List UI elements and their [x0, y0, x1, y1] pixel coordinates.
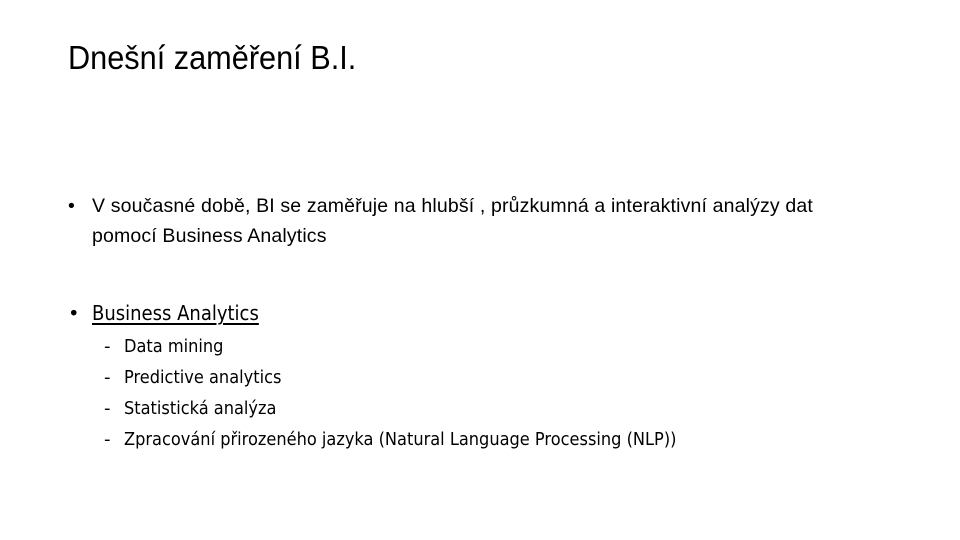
bullet-marker-icon: • — [68, 302, 80, 325]
bullet-item-2: • Business Analytics — [68, 299, 848, 327]
dash-marker-icon: - — [104, 336, 111, 357]
page-title: Dnešní zaměření B.I. — [68, 39, 357, 76]
sub-item-statisticka-analyza: - Statistická analýza — [104, 396, 904, 422]
bullet-item-1-label: V současné době, BI se zaměřuje na hlubš… — [92, 195, 813, 247]
presentation-slide: Dnešní zaměření B.I. • V současné době, … — [0, 0, 960, 540]
bullet-marker-icon: • — [68, 195, 75, 217]
sub-item-label: Statistická analýza — [124, 398, 277, 419]
sub-item-predictive-analytics: - Predictive analytics — [104, 365, 904, 391]
dash-marker-icon: - — [104, 367, 111, 388]
sub-item-label: Predictive analytics — [124, 367, 282, 388]
bullet-item-2-label: Business Analytics — [92, 301, 259, 325]
sub-item-label: Zpracování přirozeného jazyka (Natural L… — [124, 429, 677, 450]
dash-marker-icon: - — [104, 429, 111, 450]
dash-marker-icon: - — [104, 398, 111, 419]
bullet-item-1: • V současné době, BI se zaměřuje na hlu… — [68, 191, 848, 251]
sub-item-nlp: - Zpracování přirozeného jazyka (Natural… — [104, 427, 904, 453]
sub-item-label: Data mining — [124, 336, 224, 357]
sub-item-data-mining: - Data mining — [104, 334, 904, 360]
